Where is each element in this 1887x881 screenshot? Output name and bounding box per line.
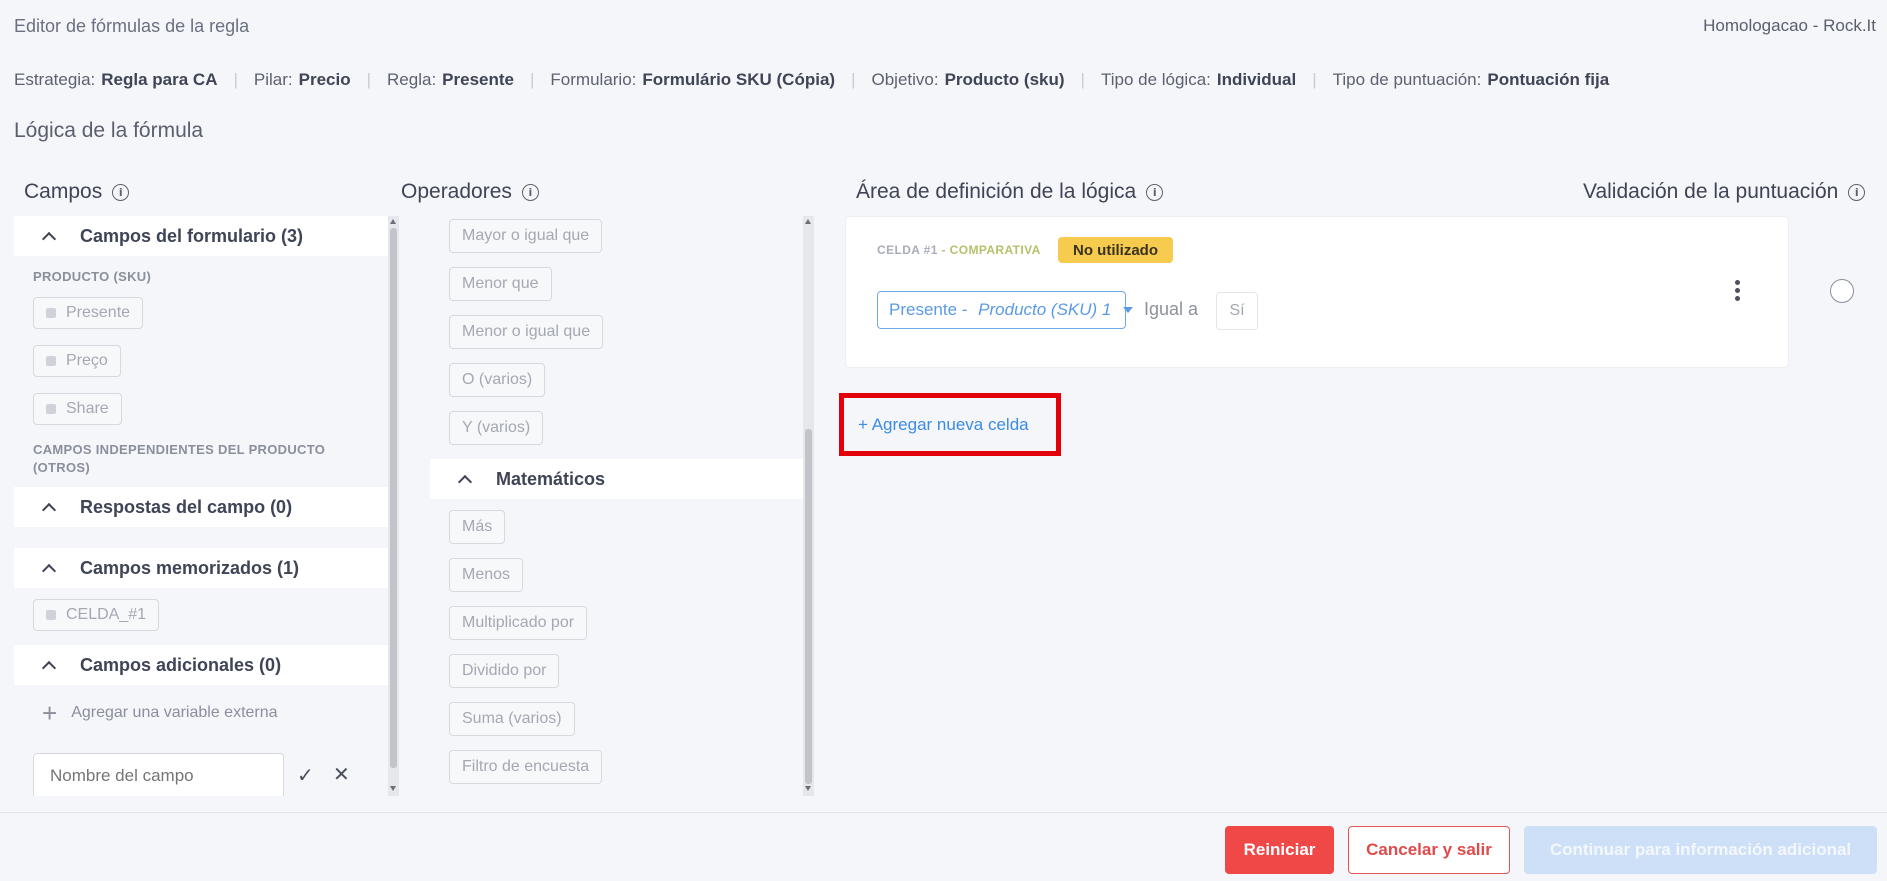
meta-separator: |	[366, 70, 372, 89]
meta-rule: Regla: Presente	[387, 70, 514, 89]
continue-button[interactable]: Continuar para información adicional	[1524, 826, 1877, 874]
additional-accordion[interactable]: Campos adicionales (0)	[14, 645, 388, 685]
group-label-independent: CAMPOS INDEPENDIENTES DEL PRODUCTO (OTRO…	[33, 442, 326, 475]
drag-handle-icon	[46, 308, 56, 318]
operators-scrollbar[interactable]	[803, 216, 814, 796]
operator-chip[interactable]: Mayor o igual que	[449, 219, 603, 253]
math-accordion[interactable]: Matemáticos	[430, 459, 803, 499]
chevron-up-icon	[457, 474, 473, 489]
operator-chip[interactable]: Filtro de encuesta	[449, 750, 603, 784]
comparison-value[interactable]: Sí	[1216, 292, 1258, 330]
fields-panel: Campos del formulario (3) PRODUCTO (SKU)…	[14, 216, 388, 796]
cancel-button[interactable]: Cancelar y salir	[1348, 826, 1510, 874]
meta-form: Formulario: Formulário SKU (Cópia)	[550, 70, 836, 89]
cell-id: CELDA #1	[877, 243, 938, 257]
memorized-accordion[interactable]: Campos memorizados (1)	[14, 548, 388, 588]
close-icon[interactable]: ✕	[333, 762, 350, 787]
meta-separator: |	[1080, 70, 1085, 89]
info-icon[interactable]: i	[1848, 183, 1866, 201]
fields-scrollbar[interactable]	[388, 216, 399, 796]
info-icon[interactable]: i	[1146, 183, 1164, 201]
scroll-thumb[interactable]	[390, 228, 397, 768]
operator-chip[interactable]: Suma (varios)	[449, 702, 575, 736]
meta-score-type: Tipo de puntuación: Pontuación fija	[1332, 70, 1610, 89]
cell-label: CELDA #1 - COMPARATIVA	[877, 243, 1041, 257]
status-badge: No utilizado	[1058, 237, 1173, 263]
validation-column-header: Validación de la puntuación i	[1583, 180, 1866, 204]
chevron-up-icon	[41, 660, 57, 675]
operators-column-header: Operadores i	[401, 180, 539, 204]
operator-chip[interactable]: Menor o igual que	[449, 315, 604, 349]
add-external-variable[interactable]: + Agregar una variable externa	[42, 700, 278, 726]
operators-column-title: Operadores	[401, 180, 512, 203]
answers-accordion[interactable]: Respostas del campo (0)	[14, 487, 388, 527]
scroll-up-icon[interactable]	[390, 219, 396, 224]
meta-objective: Objetivo: Producto (sku)	[871, 70, 1065, 89]
accordion-title: Campos del formulario (3)	[80, 225, 304, 246]
page-title: Editor de fórmulas de la regla	[14, 16, 250, 36]
meta-separator: |	[1312, 70, 1317, 89]
form-fields-accordion[interactable]: Campos del formulario (3)	[14, 216, 388, 256]
more-options-icon[interactable]	[1733, 280, 1741, 301]
chevron-down-icon	[1123, 307, 1134, 313]
scroll-down-icon[interactable]	[805, 786, 811, 791]
accordion-title: Campos memorizados (1)	[80, 557, 300, 578]
field-chip-celda-1[interactable]: CELDA_#1	[33, 599, 160, 631]
chevron-up-icon	[41, 231, 57, 246]
accordion-title: Matemáticos	[496, 468, 606, 489]
operator-chip[interactable]: Dividido por	[449, 654, 560, 688]
field-chip-presente[interactable]: Presente	[33, 297, 144, 329]
meta-logic-type: Tipo de lógica: Individual	[1100, 70, 1297, 89]
meta-separator: |	[530, 70, 535, 89]
chevron-up-icon	[41, 502, 57, 517]
drag-handle-icon	[46, 404, 56, 414]
logic-area-column-title: Área de definición de la lógica	[856, 180, 1137, 203]
logic-area-column-header: Área de definición de la lógica i	[856, 180, 1164, 204]
section-title: Lógica de la fórmula	[14, 119, 204, 142]
operator-chip[interactable]: Menos	[449, 558, 524, 592]
meta-separator: |	[233, 70, 238, 89]
comparison-operator[interactable]: Igual a	[1144, 299, 1198, 320]
fields-column-header: Campos i	[24, 180, 130, 204]
footer-divider	[0, 812, 1887, 813]
operator-chip[interactable]: Más	[449, 510, 506, 544]
reset-button[interactable]: Reiniciar	[1225, 826, 1334, 874]
field-name-input[interactable]	[33, 753, 284, 796]
cell-type: COMPARATIVA	[949, 243, 1041, 257]
operators-panel: Mayor o igual que Menor que Menor o igua…	[430, 216, 803, 796]
accordion-title: Campos adicionales (0)	[80, 654, 282, 675]
operator-chip[interactable]: Y (varios)	[449, 411, 544, 445]
rule-meta-bar: Estrategia: Regla para CA | Pilar: Precio …	[14, 70, 1609, 90]
plus-icon: +	[42, 698, 58, 728]
validation-column-title: Validación de la puntuación	[1583, 180, 1839, 203]
operator-chip[interactable]: O (varios)	[449, 363, 546, 397]
operator-chip[interactable]: Menor que	[449, 267, 552, 301]
scroll-thumb[interactable]	[805, 429, 812, 784]
field-select[interactable]: Presente - Producto (SKU) 1	[877, 291, 1134, 329]
meta-separator: |	[851, 70, 856, 89]
info-icon[interactable]: i	[521, 183, 539, 201]
fields-column-title: Campos	[24, 180, 103, 203]
info-icon[interactable]: i	[112, 183, 130, 201]
chevron-up-icon	[41, 563, 57, 578]
validation-radio[interactable]	[1830, 279, 1854, 303]
scroll-up-icon[interactable]	[805, 219, 811, 224]
scroll-down-icon[interactable]	[390, 786, 396, 791]
group-label-product: PRODUCTO (SKU)	[33, 269, 152, 284]
meta-strategy: Estrategia: Regla para CA	[14, 70, 218, 89]
meta-pillar: Pilar: Precio	[253, 70, 351, 89]
account-name: Homologacao - Rock.It	[1703, 16, 1876, 35]
field-chip-share[interactable]: Share	[33, 393, 122, 425]
field-chip-preco[interactable]: Preço	[33, 345, 121, 377]
add-cell-button[interactable]: + Agregar nueva celda	[839, 393, 1061, 456]
operator-chip[interactable]: Multiplicado por	[449, 606, 588, 640]
check-icon[interactable]: ✓	[297, 763, 314, 788]
drag-handle-icon	[46, 610, 56, 620]
accordion-title: Respostas del campo (0)	[80, 496, 293, 517]
drag-handle-icon	[46, 356, 56, 366]
